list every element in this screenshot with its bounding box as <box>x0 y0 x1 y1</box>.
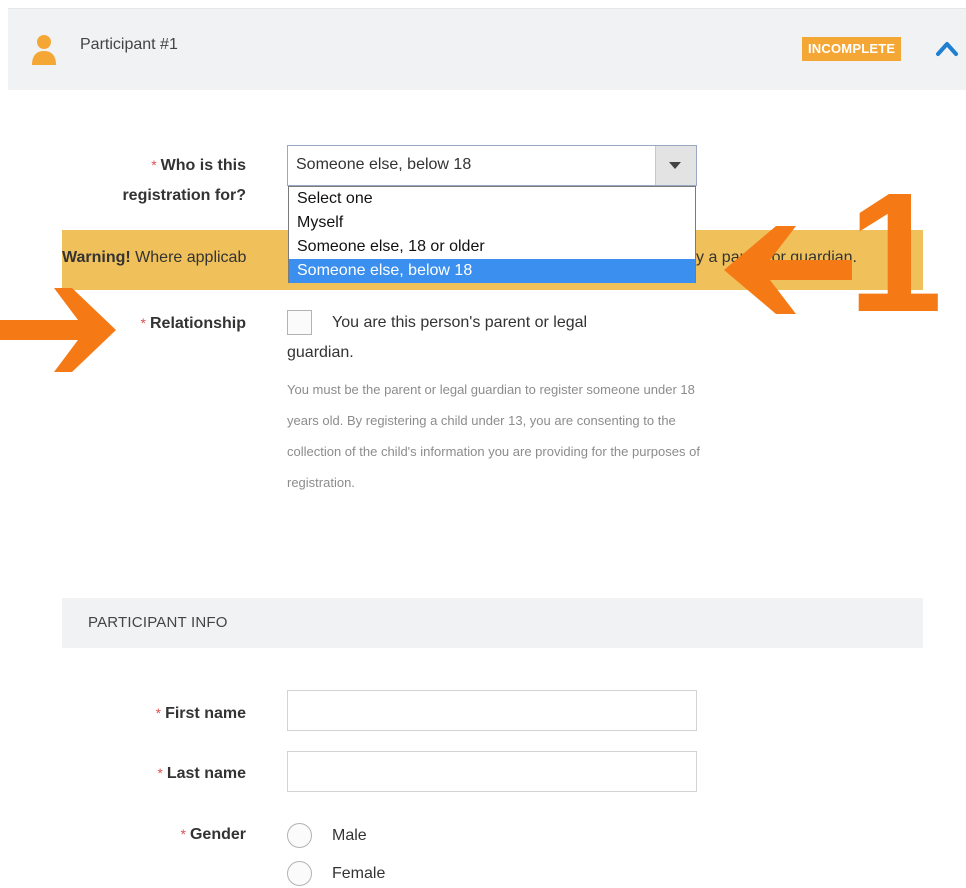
required-asterisk: * <box>155 705 162 721</box>
warning-strong: Warning! <box>62 249 131 266</box>
registration-label-line2: registration for? <box>122 187 246 204</box>
last-name-input[interactable] <box>287 751 697 792</box>
registration-options-list[interactable]: Select one Myself Someone else, 18 or ol… <box>288 186 696 283</box>
participant-title: Participant #1 <box>80 36 178 53</box>
annotation-arrow-right-icon <box>0 288 116 372</box>
first-name-input[interactable] <box>287 690 697 731</box>
chevron-up-icon[interactable] <box>935 38 959 58</box>
option-select-one[interactable]: Select one <box>289 187 695 211</box>
last-name-label: * Last name <box>60 758 246 789</box>
gender-female-radio[interactable] <box>287 861 312 886</box>
gender-label-text: Gender <box>189 826 246 843</box>
gender-male-radio[interactable] <box>287 823 312 848</box>
select-toggle-button[interactable] <box>655 146 696 185</box>
guardian-checkbox-label: You are this person's parent or legal <box>332 314 588 331</box>
option-below-18[interactable]: Someone else, below 18 <box>289 259 695 283</box>
registration-label-line1: Who is this <box>160 157 246 174</box>
first-name-label-text: First name <box>165 705 246 722</box>
status-badge: INCOMPLETE <box>802 37 902 61</box>
required-asterisk: * <box>180 826 186 842</box>
annotation-number: 1 <box>848 158 943 348</box>
registration-for-select[interactable]: Someone else, below 18 <box>287 145 697 186</box>
caret-down-icon <box>669 162 681 169</box>
option-myself[interactable]: Myself <box>289 211 695 235</box>
person-icon <box>32 35 56 65</box>
gender-label: * Gender <box>60 819 246 850</box>
warning-text-start: Warning! Where applicab <box>62 249 246 267</box>
registration-for-label: * Who is this registration for? <box>60 150 246 211</box>
last-name-label-text: Last name <box>166 765 246 782</box>
first-name-label: * First name <box>60 698 246 729</box>
guardian-checkbox-label-line2: guardian. <box>287 344 354 361</box>
required-asterisk: * <box>151 157 157 173</box>
select-value: Someone else, below 18 <box>296 156 472 173</box>
gender-male-label: Male <box>332 827 367 844</box>
annotation-arrow-left-icon <box>724 226 852 314</box>
gender-female-label: Female <box>332 865 386 882</box>
relationship-label-text: Relationship <box>149 315 246 332</box>
required-asterisk: * <box>140 315 146 331</box>
guardian-help-text: You must be the parent or legal guardian… <box>287 382 700 490</box>
option-18-or-older[interactable]: Someone else, 18 or older <box>289 235 695 259</box>
required-asterisk: * <box>157 765 163 781</box>
participant-info-section-header: PARTICIPANT INFO <box>62 598 923 648</box>
section-title: PARTICIPANT INFO <box>88 614 228 631</box>
guardian-checkbox[interactable] <box>287 310 312 335</box>
warning-text: Where applicab <box>130 249 247 266</box>
